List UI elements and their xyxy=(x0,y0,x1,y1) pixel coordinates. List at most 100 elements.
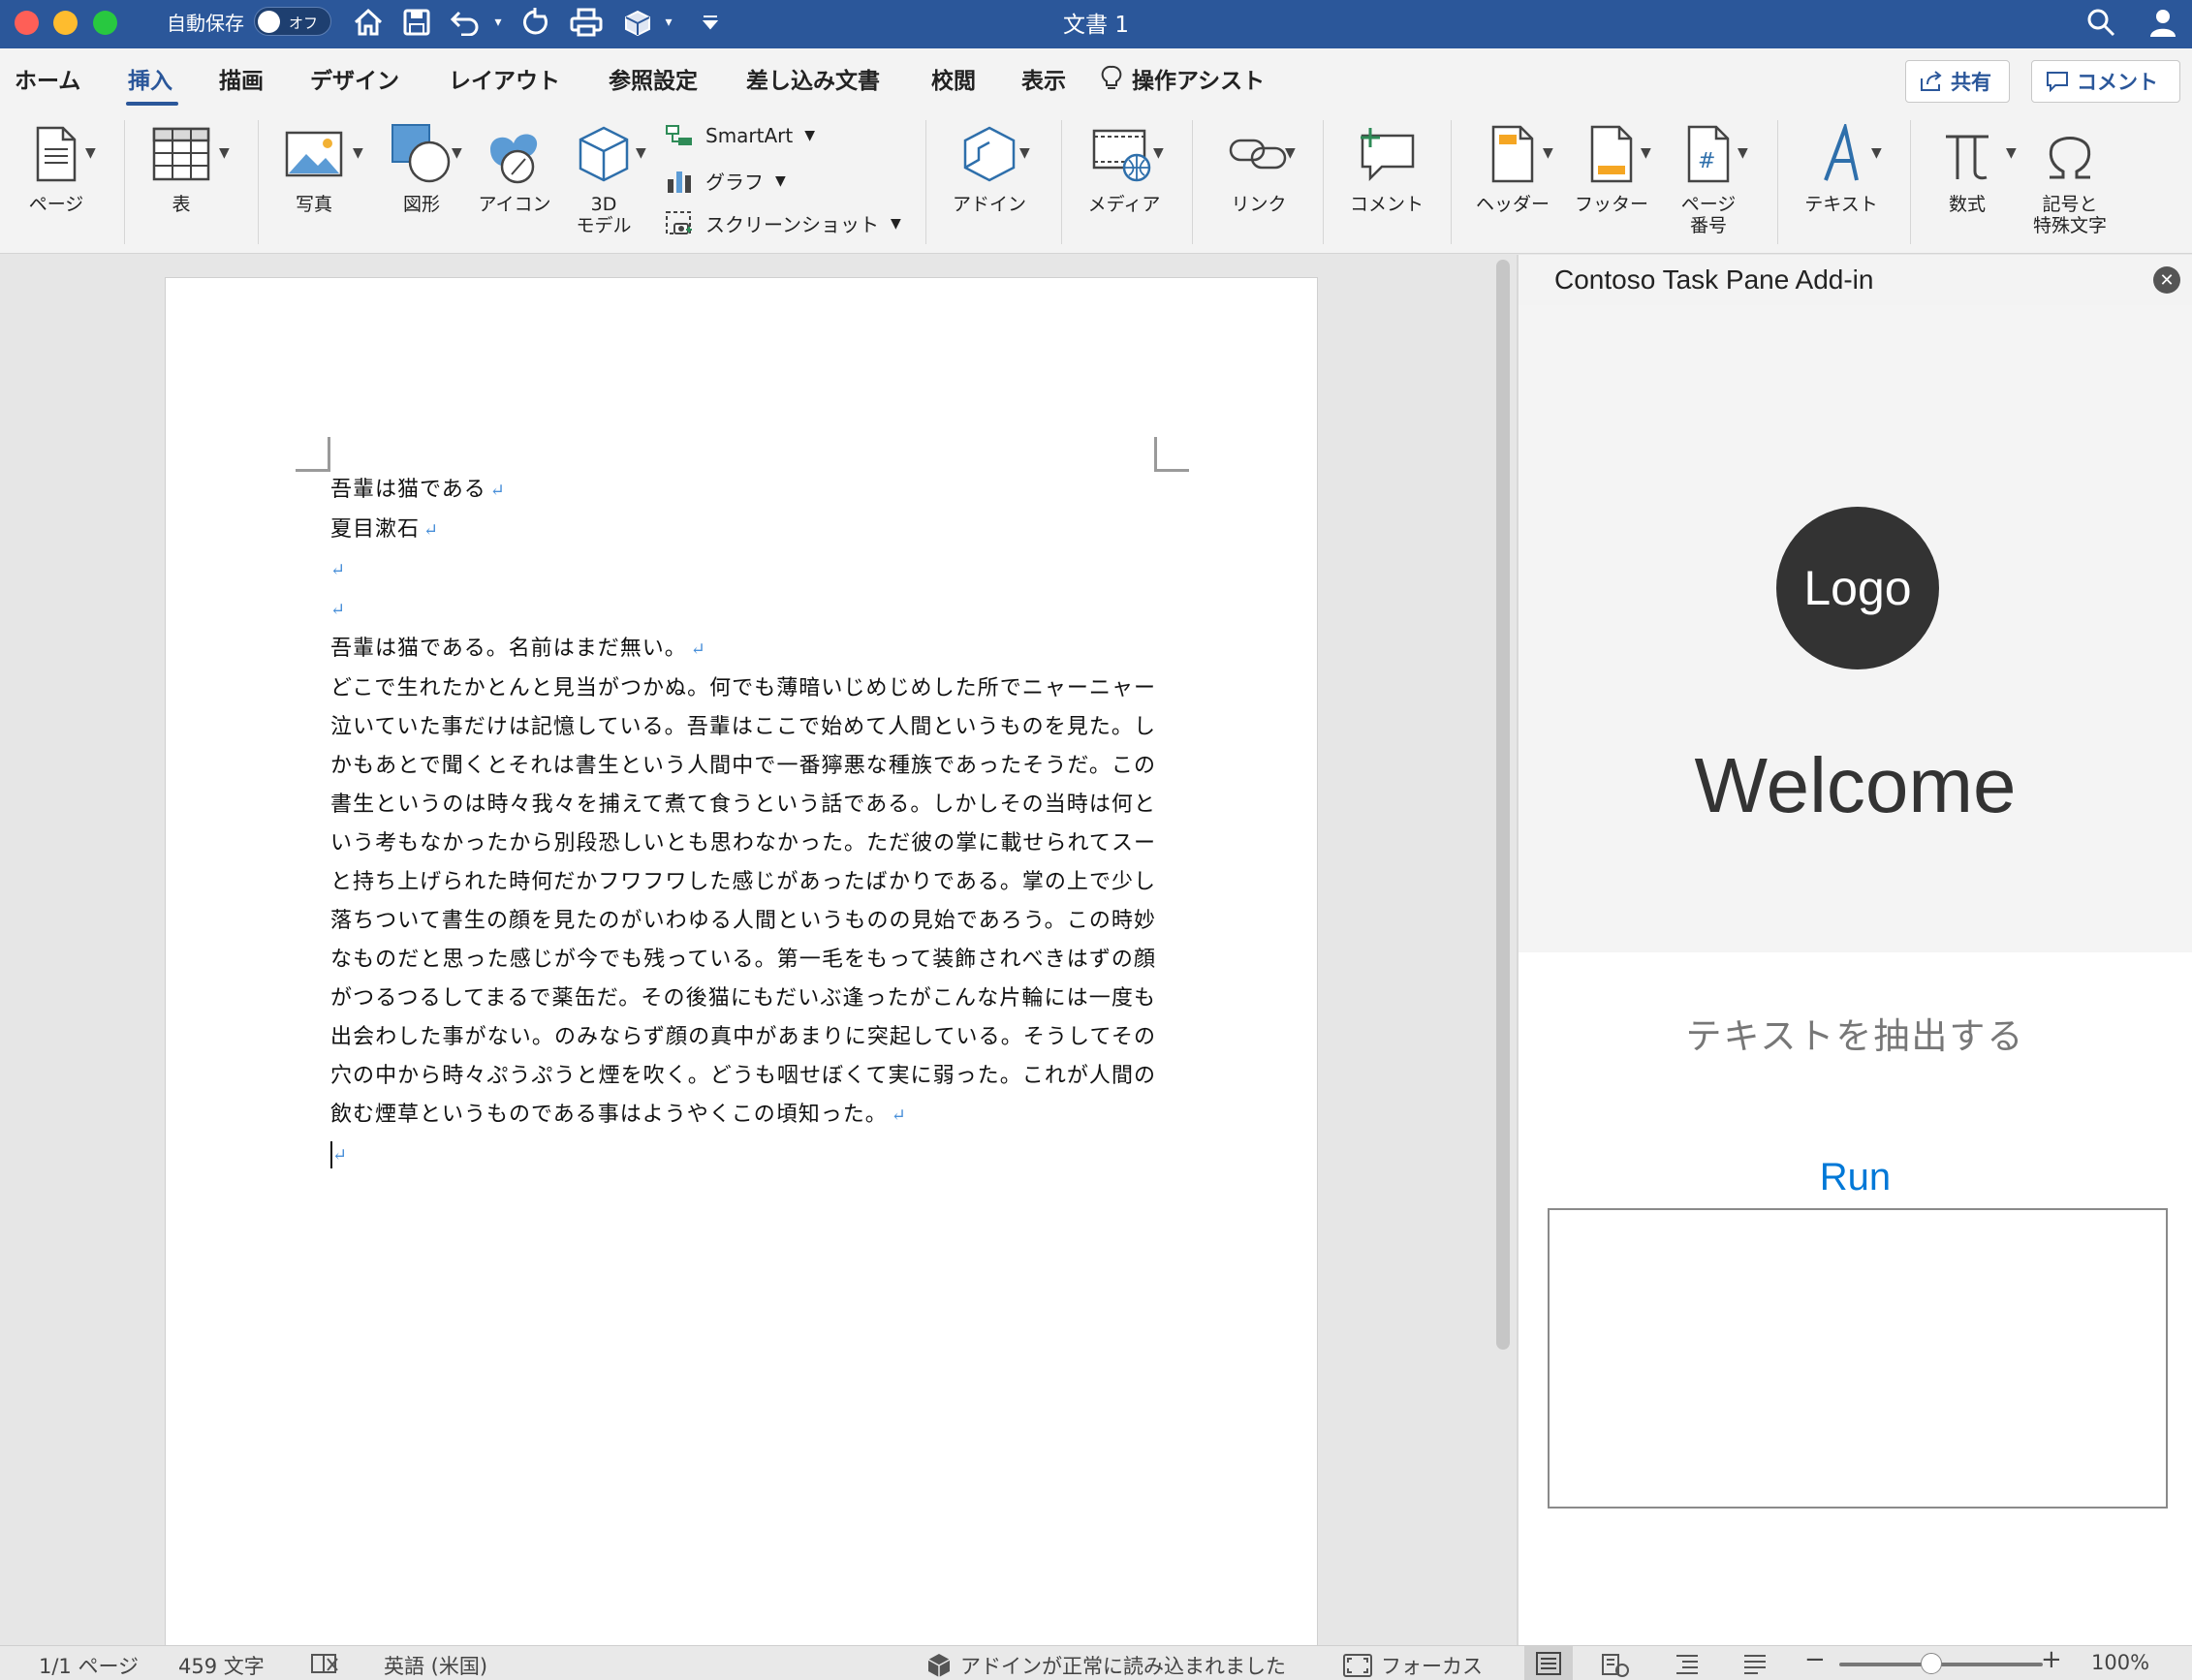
shapes-dropdown-icon[interactable]: ▼ xyxy=(452,145,462,161)
insert-smartart-button[interactable]: SmartArt ▼ xyxy=(665,124,815,147)
tab-review[interactable]: 校閲 xyxy=(931,62,976,95)
page-number-button[interactable]: # ページ 番号 xyxy=(1665,120,1752,236)
outline-view-icon[interactable] xyxy=(1673,1651,1702,1676)
word-count[interactable]: 459 文字 xyxy=(178,1651,265,1680)
page-number-label: ページ 番号 xyxy=(1681,194,1737,236)
share-button[interactable]: 共有 xyxy=(1905,60,2010,103)
header-button[interactable]: ヘッダー xyxy=(1469,120,1556,215)
tab-design[interactable]: デザイン xyxy=(310,62,399,95)
text-button[interactable]: テキスト xyxy=(1795,120,1888,215)
tab-draw[interactable]: 描画 xyxy=(219,62,264,95)
header-dropdown-icon[interactable]: ▼ xyxy=(1543,145,1553,161)
new-comment-icon xyxy=(1357,120,1417,188)
tab-view[interactable]: 表示 xyxy=(1021,62,1066,95)
run-button[interactable]: Run xyxy=(1519,1156,2192,1199)
language-status[interactable]: 英語 (米国) xyxy=(384,1651,487,1680)
paragraph-text: どこで生れたかとんと見当がつかぬ。何でも薄暗いじめじめした所でニャーニャー泣いて… xyxy=(330,676,1156,1127)
insert-photo-button[interactable]: 写真 xyxy=(281,120,347,215)
equation-dropdown-icon[interactable]: ▼ xyxy=(2006,145,2017,161)
tab-layout[interactable]: レイアウト xyxy=(449,62,560,95)
photo-dropdown-icon[interactable]: ▼ xyxy=(353,145,363,161)
focus-label: フォーカス xyxy=(1381,1655,1483,1678)
table-label: 表 xyxy=(172,194,191,215)
paragraph-body[interactable]: どこで生れたかとんと見当がつかぬ。何でも薄暗いじめじめした所でニャーニャー泣いて… xyxy=(330,669,1156,1136)
page-number-icon: # xyxy=(1685,120,1732,188)
zoom-slider-thumb[interactable] xyxy=(1921,1653,1942,1674)
insert-icons-button[interactable]: アイコン xyxy=(475,120,554,215)
text-a-icon xyxy=(1814,120,1868,188)
tab-references[interactable]: 参照設定 xyxy=(609,62,698,95)
insert-media-button[interactable]: メディア xyxy=(1081,120,1167,215)
equation-button[interactable]: 数式 xyxy=(1926,120,2008,215)
paragraph-author[interactable]: 夏目漱石 ↵ xyxy=(330,511,1156,550)
paragraph-mark-icon: ↵ xyxy=(489,481,506,501)
symbol-button[interactable]: 記号と 特殊文字 xyxy=(2023,120,2116,236)
link-dropdown-icon[interactable]: ▼ xyxy=(1285,145,1296,161)
footer-label: フッター xyxy=(1574,194,1648,215)
3d-model-label-line2: モデル xyxy=(576,215,632,236)
focus-mode-button[interactable]: フォーカス xyxy=(1342,1651,1483,1680)
media-icon xyxy=(1092,120,1156,188)
tab-mailings[interactable]: 差し込み文書 xyxy=(746,62,880,95)
table-dropdown-icon[interactable]: ▼ xyxy=(219,145,230,161)
welcome-heading: Welcome xyxy=(1694,742,2017,828)
addins-dropdown-icon[interactable]: ▼ xyxy=(1019,145,1030,161)
footer-dropdown-icon[interactable]: ▼ xyxy=(1641,145,1651,161)
paragraph-mark-icon: ↵ xyxy=(330,600,347,620)
zoom-in-button[interactable]: + xyxy=(2041,1645,2062,1674)
paragraph-empty[interactable]: ↵ xyxy=(330,590,1156,630)
search-icon[interactable] xyxy=(2083,4,2118,41)
insert-link-button[interactable]: リンク xyxy=(1215,120,1302,215)
screenshot-dropdown-icon[interactable]: ▼ xyxy=(891,216,901,232)
draft-view-icon[interactable] xyxy=(1740,1651,1769,1676)
insert-comment-button[interactable]: コメント xyxy=(1343,120,1430,215)
paragraph-opening[interactable]: 吾輩は猫である。名前はまだ無い。 ↵ xyxy=(330,630,1156,669)
ribbon-separator xyxy=(124,120,125,244)
paragraph-title[interactable]: 吾輩は猫である ↵ xyxy=(330,471,1156,511)
web-layout-icon[interactable] xyxy=(1599,1651,1630,1678)
text-label: テキスト xyxy=(1804,194,1878,215)
document-scrollbar[interactable] xyxy=(1496,260,1510,1350)
insert-screenshot-button[interactable]: スクリーンショット ▼ xyxy=(665,209,901,237)
omega-icon xyxy=(2044,120,2096,188)
output-textarea[interactable] xyxy=(1548,1208,2168,1509)
chart-dropdown-icon[interactable]: ▼ xyxy=(775,173,786,189)
page-count[interactable]: 1/1 ページ xyxy=(39,1651,139,1680)
zoom-out-button[interactable]: − xyxy=(1804,1645,1826,1674)
comments-button[interactable]: コメント xyxy=(2031,60,2180,103)
paragraph-empty[interactable]: ↵ xyxy=(330,550,1156,590)
tell-me-assist[interactable]: 操作アシスト xyxy=(1101,62,1265,95)
tab-insert[interactable]: 挿入 xyxy=(128,62,172,95)
3d-model-dropdown-icon[interactable]: ▼ xyxy=(636,145,646,161)
document-page[interactable]: 吾輩は猫である ↵ 夏目漱石 ↵ ↵ ↵ 吾輩は猫である。名前はまだ無い。 ↵ どこで… xyxy=(165,277,1318,1672)
page-number-dropdown-icon[interactable]: ▼ xyxy=(1738,145,1748,161)
smartart-dropdown-icon[interactable]: ▼ xyxy=(804,128,815,143)
focus-icon xyxy=(1343,1654,1372,1677)
page-dropdown-icon[interactable]: ▼ xyxy=(85,145,96,161)
close-icon[interactable]: ✕ xyxy=(2153,266,2180,294)
task-pane-hero: Logo Welcome xyxy=(1519,305,2192,952)
comment-bubble-icon xyxy=(2047,72,2068,92)
account-icon[interactable] xyxy=(2145,4,2180,41)
text-dropdown-icon[interactable]: ▼ xyxy=(1871,145,1882,161)
paragraph-mark-icon: ↵ xyxy=(423,520,440,541)
insert-shapes-button[interactable]: 図形 xyxy=(381,120,462,215)
insert-page-button[interactable]: ページ xyxy=(17,120,95,215)
title-bar: 自動保存 オフ ▾ ▾ 文書 1 xyxy=(0,0,2192,48)
chart-label: グラフ xyxy=(705,171,764,194)
symbol-label-line1: 記号と xyxy=(2042,194,2098,215)
insert-chart-button[interactable]: グラフ ▼ xyxy=(665,167,786,195)
insert-table-button[interactable]: 表 xyxy=(147,120,215,215)
status-bar: 1/1 ページ 459 文字 英語 (米国) アドインが正常に読み込まれました … xyxy=(0,1645,2192,1680)
zoom-level[interactable]: 100% xyxy=(2091,1651,2149,1674)
footer-button[interactable]: フッター xyxy=(1568,120,1655,215)
addins-button[interactable]: アドイン xyxy=(946,120,1033,215)
margin-corner-top-right xyxy=(1154,437,1189,472)
proofing-icon[interactable] xyxy=(308,1651,341,1676)
paragraph-cursor[interactable]: ↵ xyxy=(330,1136,1156,1175)
document-body[interactable]: 吾輩は猫である ↵ 夏目漱石 ↵ ↵ ↵ 吾輩は猫である。名前はまだ無い。 ↵ どこで… xyxy=(330,471,1156,1175)
media-dropdown-icon[interactable]: ▼ xyxy=(1153,145,1164,161)
tab-home[interactable]: ホーム xyxy=(15,62,80,95)
lightbulb-icon xyxy=(1101,65,1122,89)
insert-3d-model-button[interactable]: 3D モデル xyxy=(567,120,641,236)
